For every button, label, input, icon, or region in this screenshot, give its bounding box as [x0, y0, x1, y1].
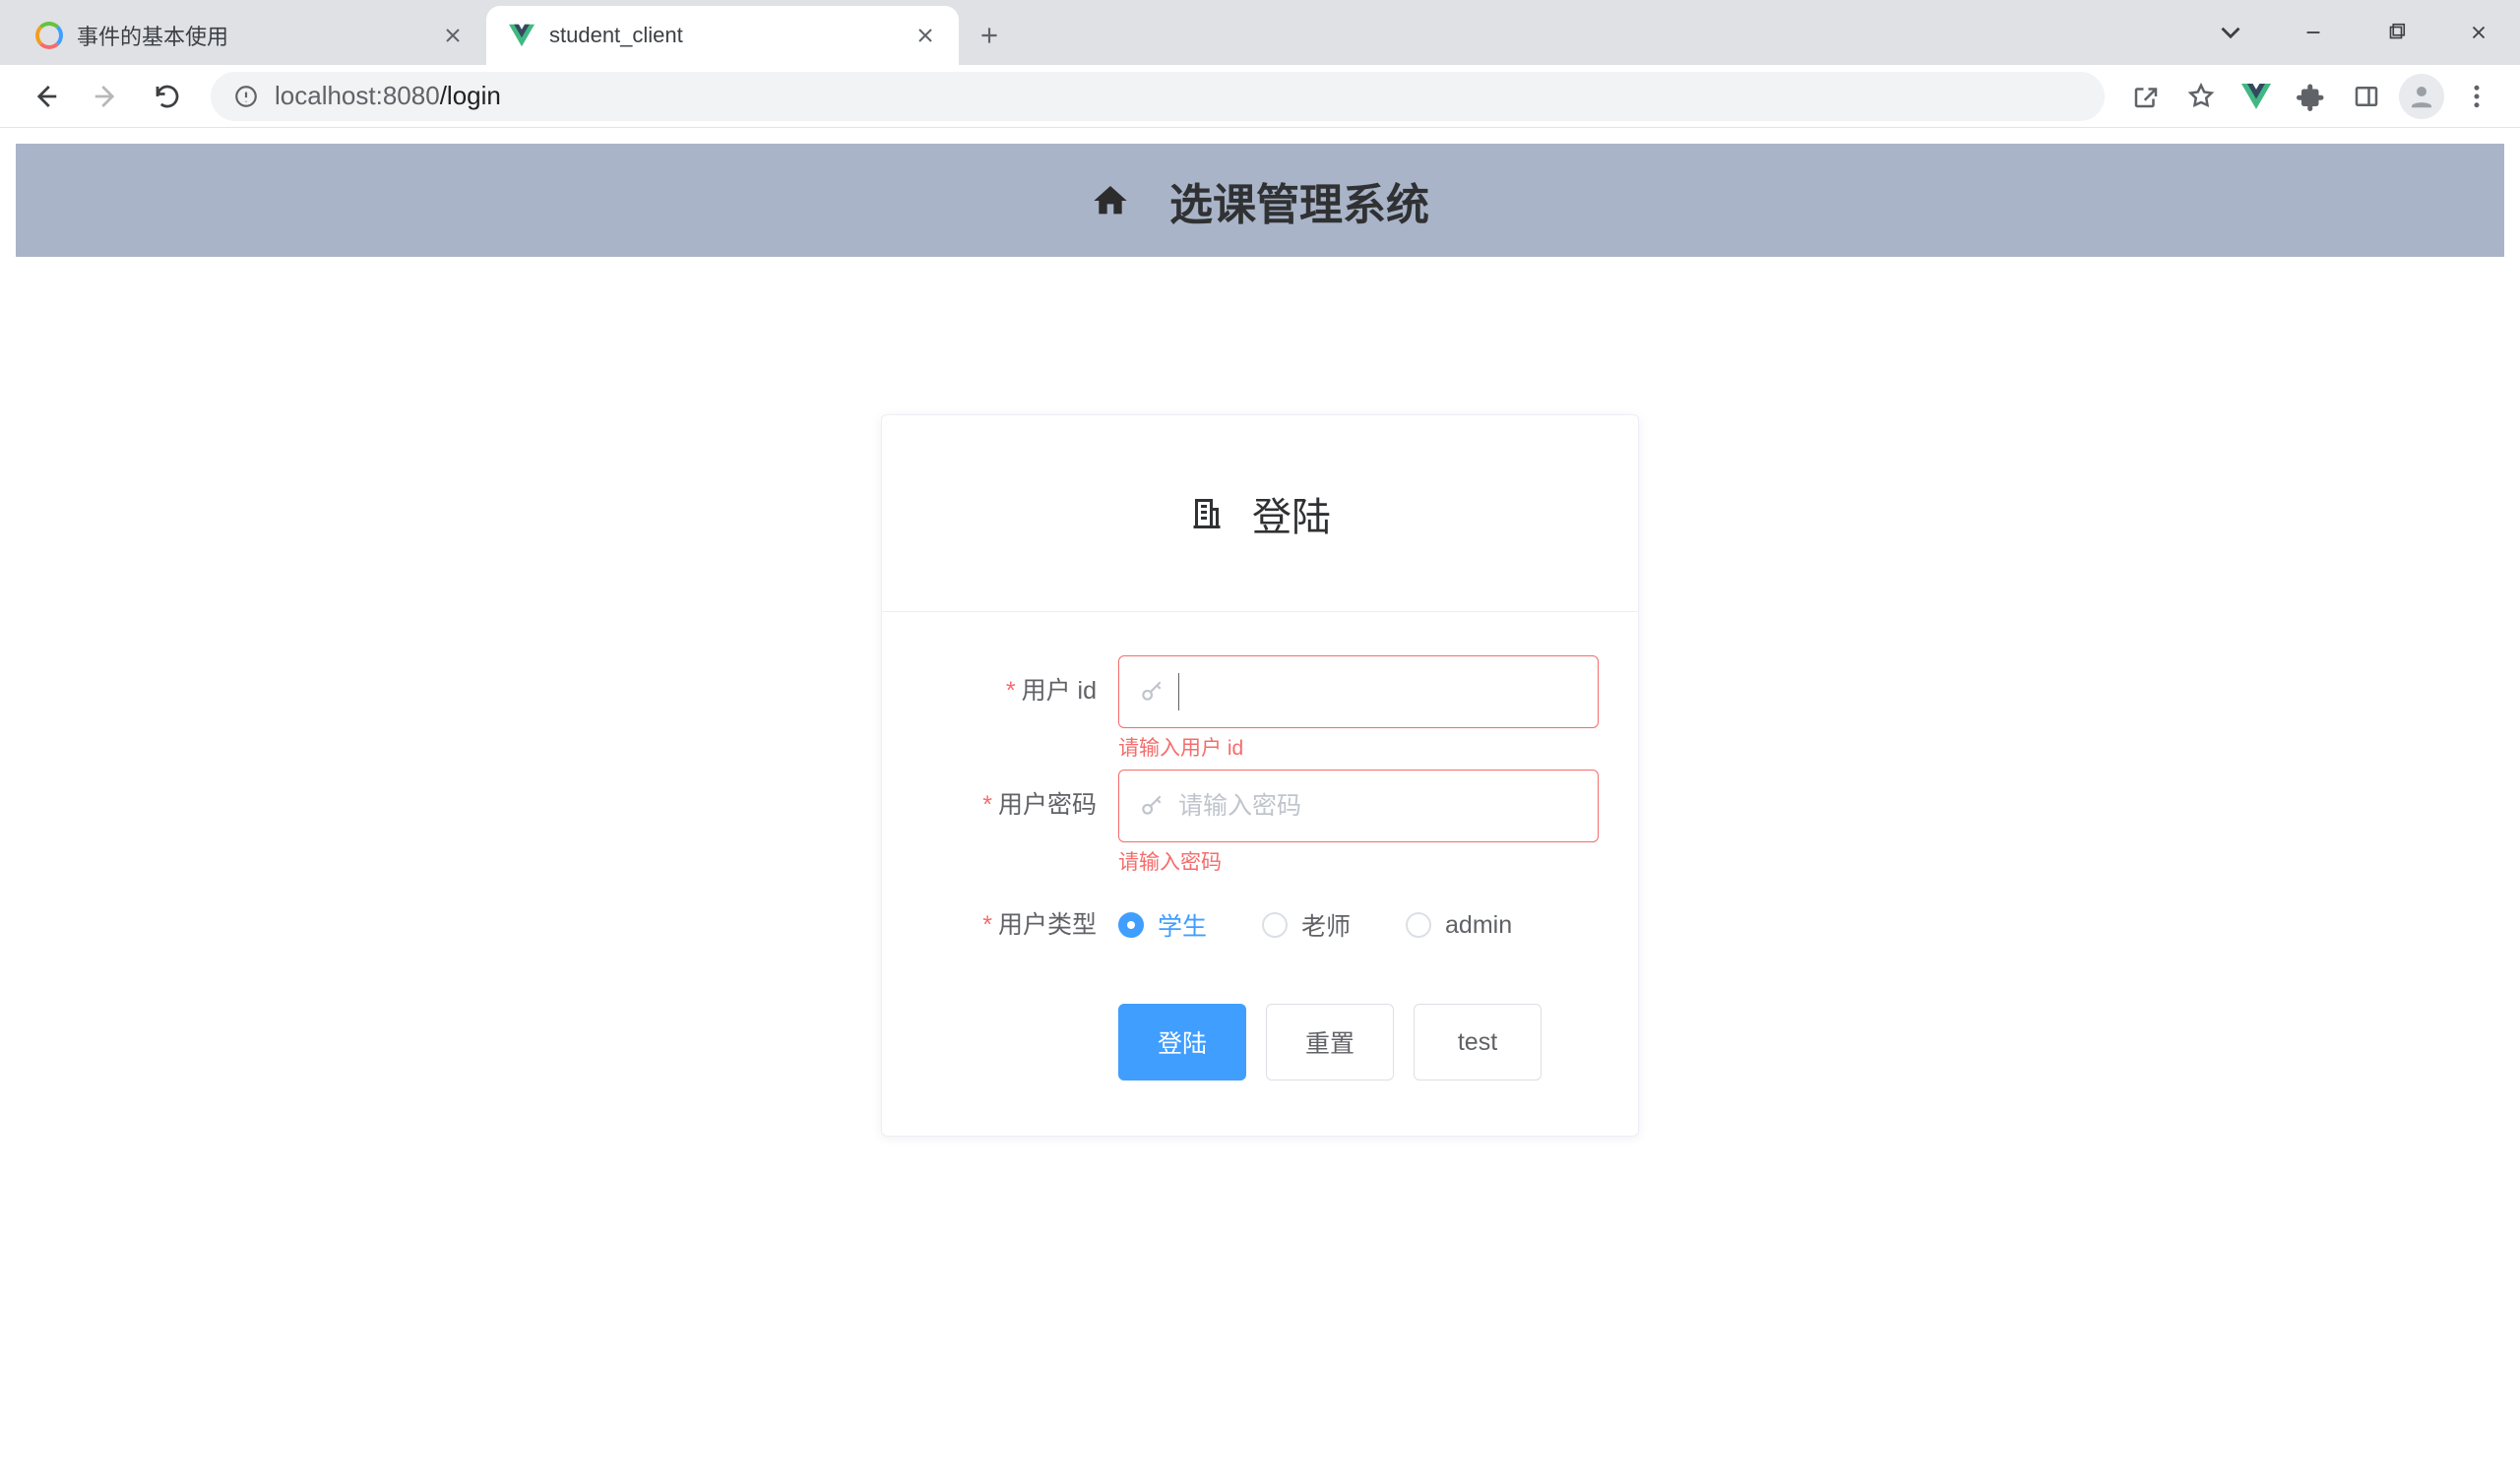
- vue-devtools-icon[interactable]: [2231, 71, 2282, 122]
- radio-label: admin: [1445, 911, 1512, 940]
- browser-window: 事件的基本使用 student_client: [0, 0, 2520, 1482]
- kebab-menu-icon[interactable]: [2451, 71, 2502, 122]
- vue-favicon-icon: [508, 22, 536, 49]
- close-tab-button[interactable]: [914, 24, 937, 47]
- tab-title: student_client: [549, 23, 900, 48]
- building-icon: [1189, 496, 1225, 531]
- required-asterisk: *: [982, 911, 992, 939]
- password-input[interactable]: [1178, 771, 1578, 841]
- radio-admin[interactable]: admin: [1406, 911, 1512, 940]
- radio-label: 老师: [1301, 907, 1351, 943]
- password-input-wrapper[interactable]: [1118, 770, 1599, 842]
- login-button[interactable]: 登陆: [1118, 1004, 1246, 1081]
- card-title: 登陆: [1252, 485, 1331, 542]
- address-bar: localhost:8080/login: [0, 65, 2520, 128]
- form-label: *用户类型: [921, 890, 1118, 960]
- card-header: 登陆: [882, 415, 1638, 612]
- site-info-icon[interactable]: [233, 84, 259, 109]
- url-host: localhost: [275, 81, 376, 110]
- page-viewport: 选课管理系统 登陆 *用户 id: [0, 128, 2520, 1482]
- radio-student[interactable]: 学生: [1118, 907, 1207, 943]
- error-message: 请输入用户 id: [1118, 734, 1599, 764]
- key-icon: [1139, 679, 1165, 705]
- label-text: 用户 id: [1022, 677, 1097, 705]
- form-label: *用户 id: [921, 655, 1118, 726]
- tab-inactive[interactable]: 事件的基本使用: [14, 6, 486, 65]
- share-icon[interactable]: [2120, 71, 2172, 122]
- extensions-puzzle-icon[interactable]: [2286, 71, 2337, 122]
- url-port: :8080: [376, 81, 440, 110]
- reload-button[interactable]: [140, 69, 195, 124]
- card-body: *用户 id 请输入用户 id: [882, 612, 1638, 1136]
- usertype-radio-group: 学生 老师 admin: [1118, 890, 1599, 960]
- window-controls: [2189, 0, 2520, 65]
- text-caret: [1178, 673, 1179, 710]
- form-label: *用户密码: [921, 770, 1118, 840]
- form-item-usertype: *用户类型 学生 老师: [921, 890, 1599, 960]
- required-asterisk: *: [982, 791, 992, 819]
- form-item-userid: *用户 id 请输入用户 id: [921, 655, 1599, 764]
- side-panel-icon[interactable]: [2341, 71, 2392, 122]
- close-tab-button[interactable]: [441, 24, 465, 47]
- test-button[interactable]: test: [1414, 1004, 1542, 1081]
- label-text: 用户类型: [998, 911, 1097, 939]
- key-icon: [1139, 793, 1165, 819]
- maximize-window-button[interactable]: [2355, 5, 2437, 60]
- error-message: 请输入密码: [1118, 848, 1599, 878]
- profile-avatar-icon[interactable]: [2396, 71, 2447, 122]
- login-card: 登陆 *用户 id: [881, 414, 1639, 1137]
- home-icon: [1091, 181, 1130, 220]
- required-asterisk: *: [1006, 677, 1016, 705]
- radio-dot-icon: [1118, 912, 1144, 938]
- banner-title: 选课管理系统: [1169, 169, 1429, 232]
- radio-dot-icon: [1262, 912, 1288, 938]
- userid-input-wrapper[interactable]: [1118, 655, 1599, 728]
- radio-teacher[interactable]: 老师: [1262, 907, 1351, 943]
- new-tab-button[interactable]: [965, 11, 1014, 60]
- omnibox[interactable]: localhost:8080/login: [211, 72, 2105, 121]
- radio-dot-icon: [1406, 912, 1431, 938]
- favicon-icon: [35, 22, 63, 49]
- tab-title: 事件的基本使用: [77, 20, 427, 51]
- url-text: localhost:8080/login: [275, 81, 2082, 111]
- button-row: 登陆 重置 test: [1118, 1004, 1599, 1081]
- page-banner: 选课管理系统: [16, 144, 2504, 257]
- url-path: /login: [440, 81, 501, 110]
- radio-label: 学生: [1158, 907, 1207, 943]
- tab-strip: 事件的基本使用 student_client: [0, 0, 2520, 65]
- form-item-password: *用户密码 请输入密码: [921, 770, 1599, 878]
- close-window-button[interactable]: [2437, 5, 2520, 60]
- userid-input[interactable]: [1193, 656, 1578, 727]
- bookmark-star-icon[interactable]: [2175, 71, 2227, 122]
- reset-button[interactable]: 重置: [1266, 1004, 1394, 1081]
- forward-button[interactable]: [79, 69, 134, 124]
- tab-search-button[interactable]: [2189, 5, 2272, 60]
- minimize-window-button[interactable]: [2272, 5, 2355, 60]
- toolbar-actions: [2120, 71, 2502, 122]
- label-text: 用户密码: [998, 791, 1097, 819]
- tab-active[interactable]: student_client: [486, 6, 959, 65]
- back-button[interactable]: [18, 69, 73, 124]
